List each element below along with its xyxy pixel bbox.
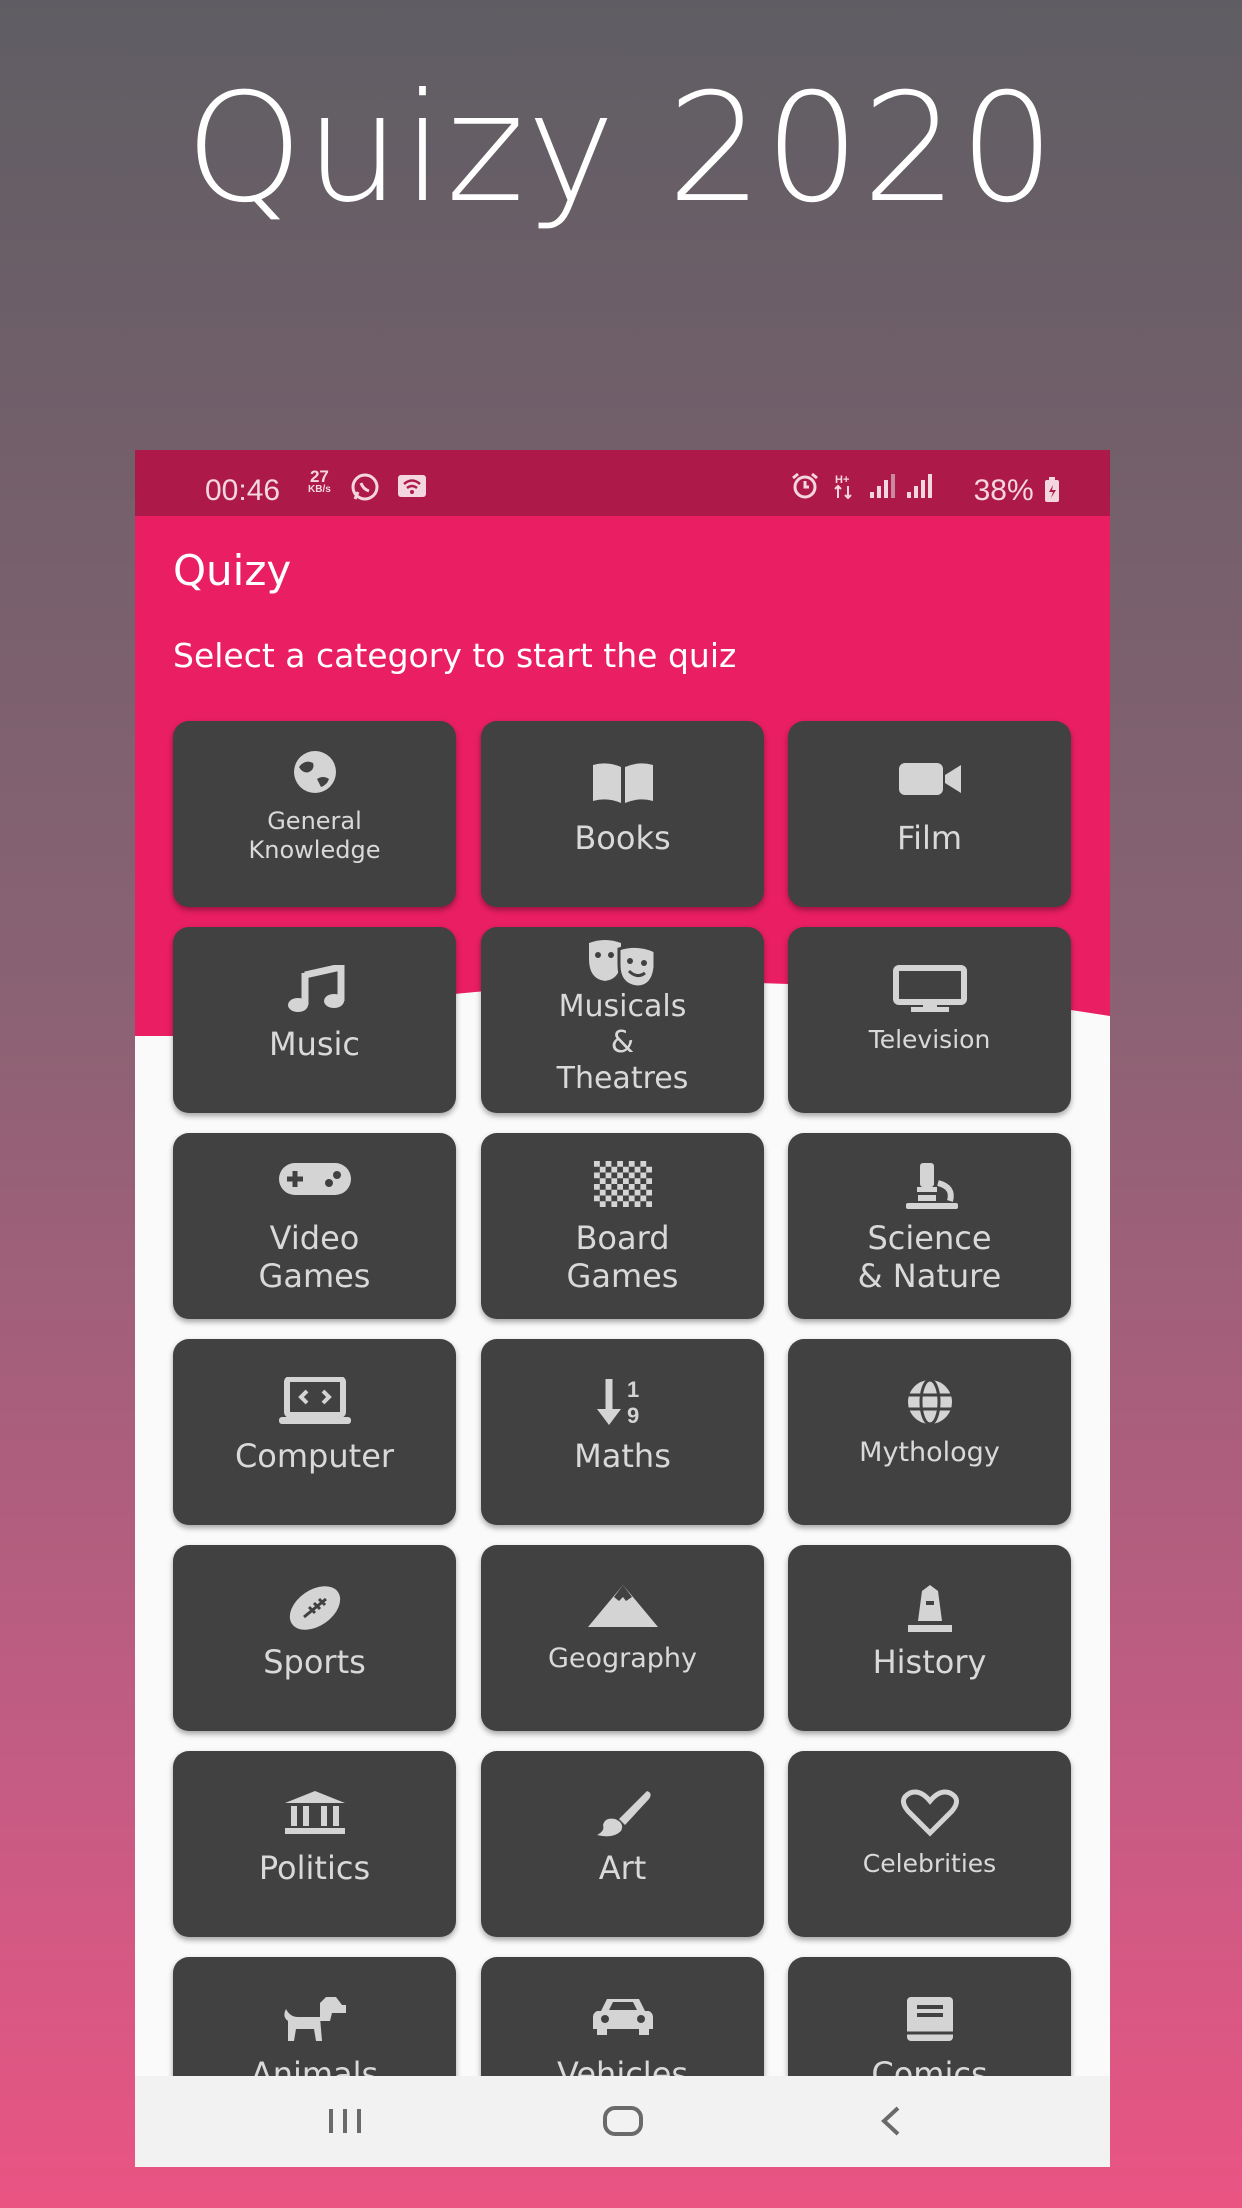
alarm-icon [790, 472, 820, 500]
category-label: Music [268, 1025, 361, 1063]
recent-apps-icon [329, 2109, 361, 2133]
category-label: Politics [258, 1849, 371, 1887]
recent-apps-button[interactable] [315, 2096, 375, 2146]
category-label: History [872, 1643, 987, 1681]
category-card[interactable]: Art [481, 1751, 764, 1937]
back-button[interactable] [861, 2096, 921, 2146]
svg-text:9: 9 [627, 1403, 639, 1427]
category-card[interactable]: General Knowledge [173, 721, 456, 907]
landmark-icon [173, 1789, 456, 1835]
category-card[interactable]: Politics [173, 1751, 456, 1937]
globe-grid-icon [788, 1377, 1071, 1427]
football-icon [173, 1583, 456, 1633]
theater-masks-icon [481, 939, 764, 987]
category-card[interactable]: Celebrities [788, 1751, 1071, 1937]
battery-charging-icon [1045, 477, 1059, 502]
book-open-icon [481, 759, 764, 805]
gamepad-icon [173, 1161, 456, 1197]
category-card[interactable]: Sports [173, 1545, 456, 1731]
category-card[interactable]: Computer [173, 1339, 456, 1525]
svg-text:1: 1 [627, 1377, 639, 1402]
laptop-code-icon [173, 1377, 456, 1425]
category-label: Science & Nature [857, 1219, 1002, 1296]
category-card[interactable]: Science & Nature [788, 1133, 1071, 1319]
mountain-icon [481, 1583, 764, 1629]
category-label: Celebrities [862, 1849, 997, 1878]
navigation-bar [135, 2076, 1110, 2167]
category-label: Art [598, 1849, 647, 1887]
wifi-hotspot-icon [397, 472, 427, 500]
category-label: Maths [574, 1437, 671, 1475]
globe-icon [173, 749, 456, 795]
home-icon [603, 2106, 643, 2136]
home-button[interactable] [593, 2096, 653, 2146]
dog-icon [173, 1995, 456, 2043]
paint-brush-icon [481, 1789, 764, 1839]
signal-strength-icon [868, 472, 898, 500]
network-speed: 27 KB/s [308, 467, 331, 495]
category-card[interactable]: Mythology [788, 1339, 1071, 1525]
category-card[interactable]: Books [481, 721, 764, 907]
category-label: Musicals & Theatres [556, 989, 689, 1096]
heart-icon [788, 1789, 1071, 1837]
whatsapp-icon [350, 472, 380, 501]
category-label: Mythology [859, 1437, 1000, 1468]
music-note-icon [173, 965, 456, 1015]
chessboard-icon [481, 1161, 764, 1207]
microscope-icon [788, 1161, 1071, 1211]
book-icon [788, 1995, 1071, 2043]
promo-title: Quizy 2020 [185, 62, 1057, 236]
battery-indicator: 38% [974, 474, 1060, 508]
category-card[interactable]: Board Games [481, 1133, 764, 1319]
status-bar: 00:46 27 KB/s H+ 38% [135, 450, 1110, 516]
tv-icon [788, 965, 1071, 1013]
category-label: Geography [547, 1643, 698, 1674]
video-camera-icon [788, 759, 1071, 799]
category-label: Film [896, 819, 963, 857]
car-icon [481, 1995, 764, 2037]
mobile-data-icon: H+ [832, 472, 862, 500]
category-card[interactable]: Geography [481, 1545, 764, 1731]
category-card[interactable]: Television [788, 927, 1071, 1113]
category-card[interactable]: 1 9 Maths [481, 1339, 764, 1525]
category-label: Television [868, 1025, 991, 1054]
category-label: Board Games [566, 1219, 679, 1296]
category-label: Video Games [258, 1219, 371, 1296]
status-time: 00:46 [205, 474, 281, 507]
back-icon [881, 2106, 900, 2136]
sort-numeric-icon: 19 [481, 1377, 764, 1427]
category-card[interactable]: Music [173, 927, 456, 1113]
category-label: General Knowledge [248, 807, 381, 864]
category-card[interactable]: Film [788, 721, 1071, 907]
category-label: Computer [234, 1437, 395, 1475]
svg-text:H+: H+ [835, 474, 849, 486]
category-card[interactable]: History [788, 1545, 1071, 1731]
monument-icon [788, 1583, 1071, 1633]
phone-screen: 00:46 27 KB/s H+ 38% Quizy Select a cate… [135, 450, 1110, 2167]
category-card[interactable]: Musicals & Theatres [481, 927, 764, 1113]
signal-strength-2-icon [905, 472, 935, 500]
category-label: Sports [263, 1643, 366, 1681]
app-title: Quizy [173, 546, 292, 595]
category-label: Books [574, 819, 671, 857]
category-prompt: Select a category to start the quiz [173, 636, 737, 675]
category-card[interactable]: Video Games [173, 1133, 456, 1319]
